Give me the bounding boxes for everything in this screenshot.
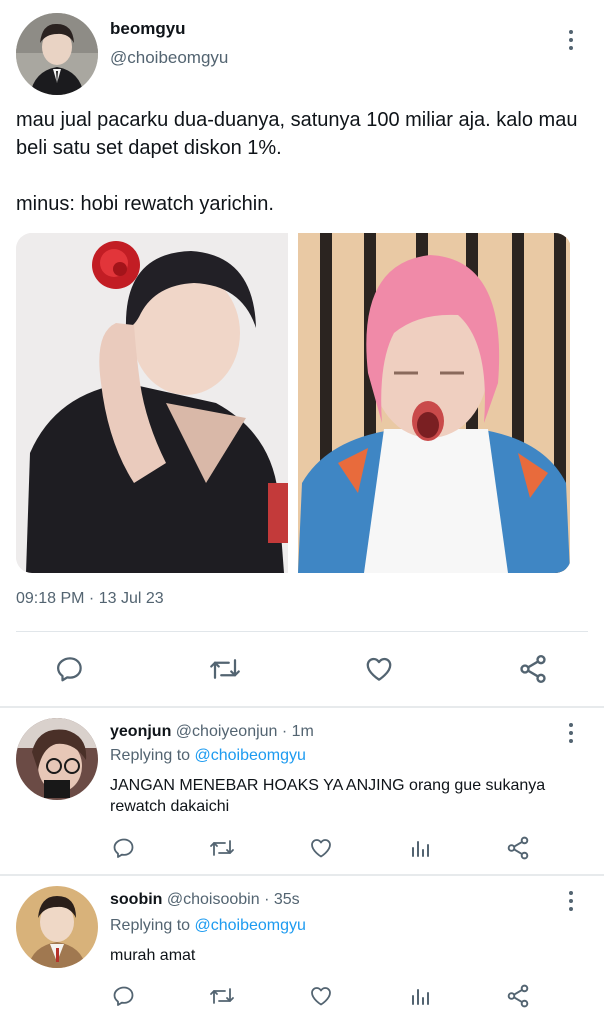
more-vertical-icon[interactable] (561, 25, 581, 55)
replying-to-mention[interactable]: @choibeomgyu (195, 747, 306, 764)
share-icon[interactable] (504, 983, 532, 1009)
divider (16, 631, 588, 632)
more-vertical-icon[interactable] (561, 886, 581, 916)
avatar[interactable] (16, 718, 98, 800)
retweet-icon[interactable] (207, 983, 237, 1009)
media-photo-left[interactable] (16, 233, 288, 573)
heart-icon[interactable] (307, 835, 335, 861)
reply-author-meta[interactable]: @choiyeonjun · 1m (176, 723, 314, 740)
heart-icon[interactable] (307, 983, 335, 1009)
replying-to-label: Replying to (110, 917, 191, 934)
share-icon[interactable] (504, 835, 532, 861)
replying-to: Replying to @choibeomgyu (110, 747, 306, 765)
comment-icon[interactable] (110, 983, 138, 1009)
comment-icon[interactable] (110, 835, 138, 861)
tweet-text-paragraph-1: mau jual pacarku dua-duanya, satunya 100… (16, 109, 578, 159)
more-vertical-icon[interactable] (561, 718, 581, 748)
heart-icon[interactable] (361, 652, 397, 686)
share-icon[interactable] (515, 652, 551, 686)
tweet-media[interactable] (16, 233, 571, 573)
comment-icon[interactable] (52, 652, 88, 686)
reply-text: JANGAN MENEBAR HOAKS YA ANJING orang gue… (110, 777, 546, 815)
analytics-icon[interactable] (406, 983, 434, 1009)
reply-tweet: yeonjun @choiyeonjun · 1m Replying to @c… (0, 708, 604, 874)
author-name[interactable]: beomgyu (110, 19, 186, 39)
reply-author-name[interactable]: soobin (110, 891, 162, 908)
reply-author-name[interactable]: yeonjun (110, 723, 171, 740)
retweet-icon[interactable] (207, 835, 237, 861)
analytics-icon[interactable] (406, 835, 434, 861)
main-tweet: beomgyu @choibeomgyu mau jual pacarku du… (0, 0, 604, 706)
reply-header: soobin @choisoobin · 35s (110, 891, 300, 909)
reply-tweet: soobin @choisoobin · 35s Replying to @ch… (0, 876, 604, 1024)
avatar[interactable] (16, 13, 98, 95)
replying-to: Replying to @choibeomgyu (110, 917, 306, 935)
tweet-text: mau jual pacarku dua-duanya, satunya 100… (16, 106, 596, 218)
reply-header: yeonjun @choiyeonjun · 1m (110, 723, 314, 741)
replying-to-mention[interactable]: @choibeomgyu (195, 917, 306, 934)
retweet-icon[interactable] (206, 652, 244, 686)
reply-text: murah amat (110, 947, 196, 964)
author-handle[interactable]: @choibeomgyu (110, 48, 228, 68)
reply-author-meta[interactable]: @choisoobin · 35s (167, 891, 300, 908)
replying-to-label: Replying to (110, 747, 191, 764)
tweet-timestamp[interactable]: 09:18 PM · 13 Jul 23 (16, 590, 164, 608)
media-photo-right[interactable] (298, 233, 570, 573)
tweet-text-paragraph-2: minus: hobi rewatch yarichin. (16, 193, 274, 215)
avatar[interactable] (16, 886, 98, 968)
